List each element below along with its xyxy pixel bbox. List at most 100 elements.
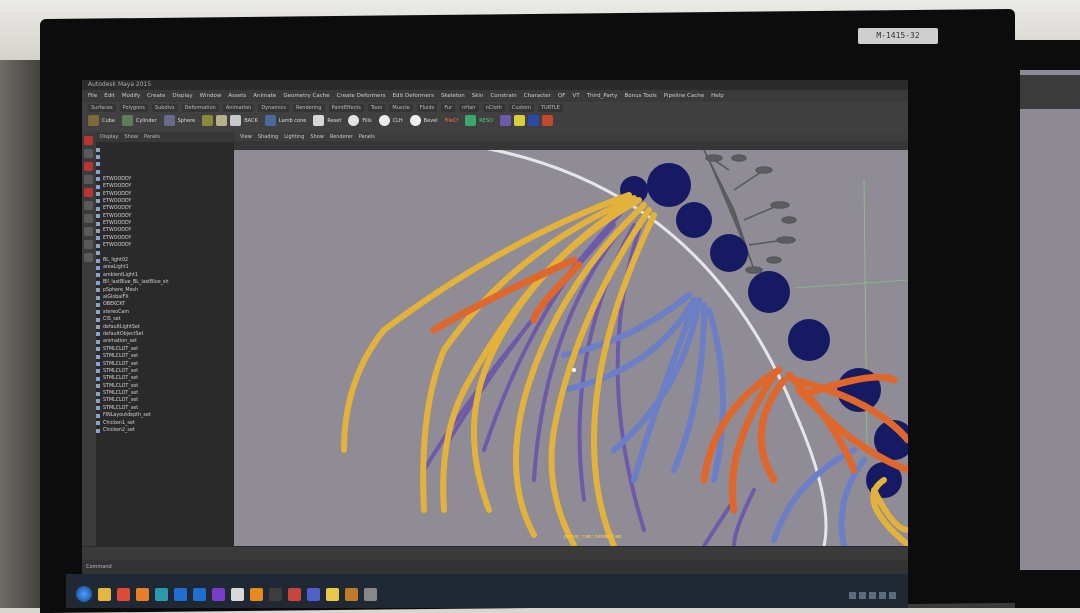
explorer-icon[interactable] xyxy=(98,588,111,601)
outliner-item[interactable]: STMLCLOT_set xyxy=(96,368,234,375)
layout-split-icon[interactable] xyxy=(84,240,93,249)
outliner-item[interactable]: STMLCLOT_set xyxy=(96,405,234,412)
menu-edit[interactable]: Edit xyxy=(104,93,115,99)
outliner-item[interactable] xyxy=(96,249,234,256)
menu-assets[interactable]: Assets xyxy=(228,93,246,99)
scale-tool-icon[interactable] xyxy=(84,188,93,197)
camera-icon[interactable] xyxy=(264,115,276,126)
menu-skeleton[interactable]: Skeleton xyxy=(441,93,465,99)
tray-icon[interactable] xyxy=(879,592,886,599)
shelf-tab[interactable]: Toon xyxy=(367,104,386,112)
vlc-icon[interactable] xyxy=(250,588,263,601)
shelf-tab[interactable]: Surfaces xyxy=(88,104,116,112)
notes-icon[interactable] xyxy=(326,588,339,601)
mail-icon[interactable] xyxy=(288,588,301,601)
outliner-menu-display[interactable]: Display xyxy=(100,134,118,140)
tray-icon[interactable] xyxy=(869,592,876,599)
outliner-item[interactable]: STMLCLOT_set xyxy=(96,346,234,353)
outliner-item[interactable]: CIS_set xyxy=(96,316,234,323)
shelf-tab[interactable]: Muscle xyxy=(389,104,413,112)
outliner-item[interactable]: ambientLight1 xyxy=(96,272,234,279)
time-slider[interactable] xyxy=(82,546,908,561)
viewport-3d[interactable]: persp_cam:renderCam xyxy=(234,150,908,546)
outliner-item[interactable]: OBEKCKT xyxy=(96,301,234,308)
yellow-icon[interactable] xyxy=(513,115,525,126)
outliner-item[interactable]: STMLCLOT_set xyxy=(96,397,234,404)
shelf-tab[interactable]: Fluids xyxy=(416,104,438,112)
menu-constrain[interactable]: Constrain xyxy=(490,93,516,99)
menu-file[interactable]: File xyxy=(88,93,97,99)
outliner-item[interactable]: defaultObjectSet xyxy=(96,331,234,338)
paint-icon[interactable] xyxy=(216,115,228,126)
menu-geometry-cache[interactable]: Geometry Cache xyxy=(283,93,329,99)
menu-character[interactable]: Character xyxy=(524,93,551,99)
teams-icon[interactable] xyxy=(307,588,320,601)
outliner-item[interactable]: Chicken2_set xyxy=(96,427,234,434)
outliner-item[interactable]: FINLayoutdepth_set xyxy=(96,412,234,419)
outliner-item[interactable] xyxy=(96,161,234,168)
menu-third-party[interactable]: Third_Party xyxy=(587,93,618,99)
menu-vt[interactable]: VT xyxy=(572,93,579,99)
menu-animate[interactable]: Animate xyxy=(253,93,276,99)
tray-icon[interactable] xyxy=(849,592,856,599)
shelf-tab[interactable]: Subdivs xyxy=(151,104,178,112)
outliner-item[interactable]: pSphere_Mesh xyxy=(96,286,234,293)
outliner-item[interactable]: ETWOODDY xyxy=(96,183,234,190)
shelf-tab[interactable]: nCloth xyxy=(482,104,505,112)
red-icon[interactable] xyxy=(541,115,553,126)
outliner-item[interactable]: Chicken1_set xyxy=(96,419,234,426)
lasso-icon[interactable] xyxy=(230,115,242,126)
outliner-item[interactable]: STMLCLOT_set xyxy=(96,390,234,397)
tray-icon[interactable] xyxy=(889,592,896,599)
nuke-icon[interactable] xyxy=(231,588,244,601)
viewport-menu-shading[interactable]: Shading xyxy=(258,134,278,140)
outliner-item[interactable]: STMLCLOT_set xyxy=(96,353,234,360)
files-icon[interactable] xyxy=(345,588,358,601)
outliner-item[interactable]: areaLight1 xyxy=(96,264,234,271)
outliner-item[interactable]: aiGlobalFX xyxy=(96,294,234,301)
layout-single-icon[interactable] xyxy=(84,214,93,223)
outliner-menu-show[interactable]: Show xyxy=(124,134,138,140)
maya-icon[interactable] xyxy=(155,588,168,601)
shelf-tab[interactable]: Dynamics xyxy=(258,104,289,112)
outliner-item[interactable]: ETWOODDY xyxy=(96,235,234,242)
outliner-item[interactable]: ETWOODDY xyxy=(96,213,234,220)
outliner-item[interactable]: stereoCam xyxy=(96,309,234,316)
chrome-icon[interactable] xyxy=(117,588,130,601)
gear-icon[interactable] xyxy=(202,115,214,126)
outliner-item[interactable]: animation_set xyxy=(96,338,234,345)
poly-cube-icon[interactable] xyxy=(88,115,99,126)
menu-create[interactable]: Create xyxy=(147,93,165,99)
photoshop2-icon[interactable] xyxy=(193,588,206,601)
outliner-item[interactable] xyxy=(96,168,234,175)
outliner-menu-panels[interactable]: Panels xyxy=(144,134,160,140)
photoshop-icon[interactable] xyxy=(174,588,187,601)
poly-sphere-icon[interactable] xyxy=(163,115,175,126)
outliner-item[interactable]: ETWOODDY xyxy=(96,205,234,212)
menu-display[interactable]: Display xyxy=(172,93,192,99)
rotate-tool-icon[interactable] xyxy=(84,175,93,184)
outliner-item[interactable]: STMLCLOT_set xyxy=(96,375,234,382)
viewport-menu-renderer[interactable]: Renderer xyxy=(330,134,353,140)
outliner-item[interactable]: defaultLightSet xyxy=(96,323,234,330)
last-tool-icon[interactable] xyxy=(84,201,93,210)
menu-pipeline-cache[interactable]: Pipeline Cache xyxy=(664,93,704,99)
settings-icon[interactable] xyxy=(364,588,377,601)
terminal-icon[interactable] xyxy=(269,588,282,601)
outliner-item[interactable]: BL_light02 xyxy=(96,257,234,264)
outliner-item[interactable]: STMLCLOT_set xyxy=(96,360,234,367)
outliner-item[interactable]: ETWOODDY xyxy=(96,176,234,183)
menu-modify[interactable]: Modify xyxy=(122,93,140,99)
menu-skin[interactable]: Skin xyxy=(472,93,484,99)
outliner-item[interactable]: ETWOODDY xyxy=(96,190,234,197)
select-tool-icon[interactable] xyxy=(84,136,93,145)
shelf-tab[interactable]: Fur xyxy=(441,104,456,112)
menu-edit-deformers[interactable]: Edit Deformers xyxy=(393,93,434,99)
clh-icon[interactable] xyxy=(378,115,390,126)
menu-window[interactable]: Window xyxy=(200,93,222,99)
firefox-icon[interactable] xyxy=(136,588,149,601)
viewport-menu-view[interactable]: View xyxy=(240,134,252,140)
layout-four-icon[interactable] xyxy=(84,227,93,236)
outliner-item[interactable]: ETWOODDY xyxy=(96,227,234,234)
outliner-item[interactable]: Bll_lastBlue_BL_lastBlue_sh xyxy=(96,279,234,286)
